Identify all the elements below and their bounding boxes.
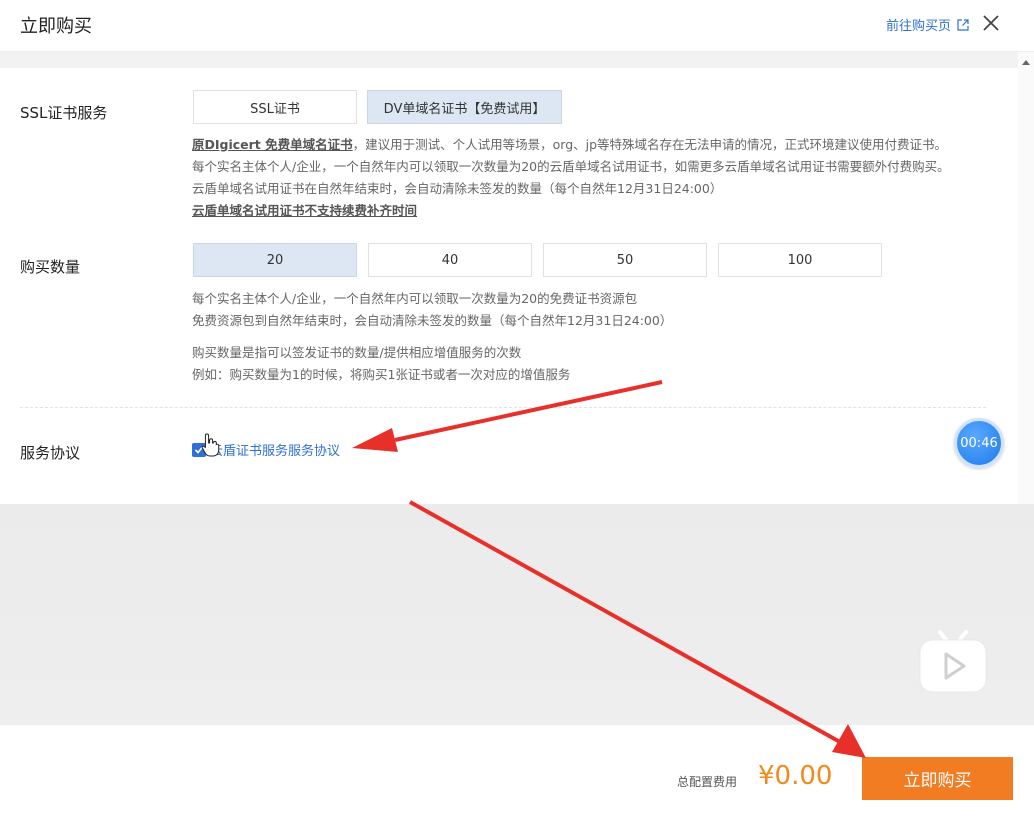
buy-now-button[interactable]: 立即购买	[862, 757, 1013, 800]
purchase-form: SSL证书服务 SSL证书 DV单域名证书【免费试用】 原DIgicert 免费…	[0, 68, 1016, 504]
ssl-desc-line3: 云盾单域名试用证书在自然年结束时，会自动清除未签发的数量（每个自然年12月31日…	[192, 181, 723, 196]
hand-cursor-icon	[201, 433, 220, 457]
quantity-option-40[interactable]: 40	[368, 243, 532, 277]
total-cost-label: 总配置费用	[677, 775, 738, 789]
option-ssl-cert[interactable]: SSL证书	[193, 90, 357, 124]
close-icon[interactable]	[980, 12, 1002, 34]
ssl-desc-bold: 原DIgicert 免费单域名证书	[192, 137, 353, 152]
dialog-footer: 总配置费用 ¥0.00 立即购买	[0, 724, 1034, 835]
agreement-label: 服务协议	[20, 444, 81, 462]
timer-badge[interactable]: 00:46	[954, 418, 1004, 468]
dialog-title: 立即购买	[20, 16, 92, 37]
quantity-label: 购买数量	[20, 258, 81, 276]
ssl-desc-line4: 云盾单域名试用证书不支持续费补齐时间	[192, 203, 418, 218]
external-link-icon	[957, 18, 969, 31]
ssl-service-label: SSL证书服务	[20, 104, 108, 122]
quantity-desc-line2: 免费资源包到自然年结束时，会自动清除未签发的数量（每个自然年12月31日24:0…	[192, 313, 673, 328]
quantity-note: 购买数量是指可以签发证书的数量/提供相应增值服务的次数 例如：购买数量为1的时候…	[192, 342, 570, 386]
quantity-desc-line1: 每个实名主体个人/企业，一个自然年内可以领取一次数量为20的免费证书资源包	[192, 291, 638, 306]
ssl-desc-line1: ，建议用于测试、个人试用等场景，org、jp等特殊域名存在无法申请的情况，正式环…	[352, 137, 948, 152]
ssl-description: 原DIgicert 免费单域名证书，建议用于测试、个人试用等场景，org、jp等…	[192, 134, 950, 222]
goto-buy-page-link[interactable]: 前往购买页	[886, 15, 969, 34]
option-dv-single-domain[interactable]: DV单域名证书【免费试用】	[367, 90, 562, 124]
section-divider	[20, 407, 986, 408]
goto-buy-page-label: 前往购买页	[886, 19, 952, 34]
empty-area	[0, 504, 1034, 724]
play-icon[interactable]	[918, 628, 988, 694]
quantity-desc-line4: 例如：购买数量为1的时候，将购买1张证书或者一次对应的增值服务	[192, 367, 571, 382]
quantity-option-100[interactable]: 100	[718, 243, 882, 277]
total-price: ¥0.00	[758, 761, 833, 791]
quantity-desc-line3: 购买数量是指可以签发证书的数量/提供相应增值服务的次数	[192, 345, 522, 360]
header-separator	[0, 52, 1034, 68]
scroll-up-icon[interactable]	[1021, 58, 1031, 66]
quantity-option-20[interactable]: 20	[193, 243, 357, 277]
quantity-description: 每个实名主体个人/企业，一个自然年内可以领取一次数量为20的免费证书资源包 免费…	[192, 288, 672, 332]
ssl-desc-line2: 每个实名主体个人/企业，一个自然年内可以领取一次数量为20的云盾单域名试用证书，…	[192, 159, 950, 174]
quantity-option-50[interactable]: 50	[543, 243, 707, 277]
dialog-header: 立即购买 前往购买页	[0, 0, 1034, 52]
agreement-link[interactable]: 云盾证书服务服务协议	[210, 440, 340, 459]
